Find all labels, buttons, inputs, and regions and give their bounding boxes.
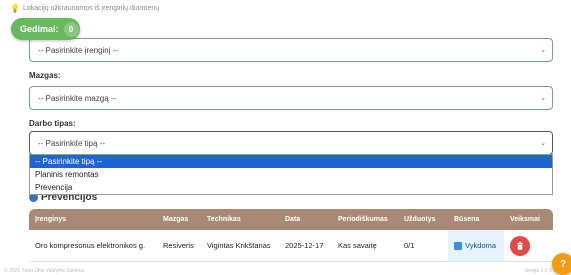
device-select[interactable]: -- Pasirinkite įrenginį -- ⌄ (29, 38, 553, 62)
cell-status: Vykdoma (448, 230, 504, 261)
node-label: Mazgas: (29, 71, 61, 80)
cell-actions (504, 230, 553, 261)
delete-button[interactable] (510, 235, 530, 256)
cell-device: Oro kompresorius elektronikos g. (35, 241, 146, 250)
work-type-option[interactable]: -- Pasirinkite tipą -- (30, 155, 552, 168)
faults-badge[interactable]: Gedimai: 0 (11, 18, 80, 40)
header-period: Periodiškumas (338, 216, 388, 223)
cell-node: Resiveris (163, 241, 194, 250)
table-header: Įrenginys Mazgas Technikas Data Periodiš… (29, 209, 553, 230)
work-type-option[interactable]: Prevencija (30, 181, 552, 194)
header-actions: Veiksmai (510, 216, 540, 223)
lightbulb-icon: 💡 (10, 4, 20, 13)
work-type-select-value: -- Pasirinkite tipą -- (38, 138, 106, 148)
table-row[interactable]: Oro kompresorius elektronikos g. Resiver… (29, 230, 553, 262)
prevention-table: Įrenginys Mazgas Technikas Data Periodiš… (29, 209, 553, 262)
help-button[interactable]: ? (552, 253, 571, 275)
cell-tasks: 0/1 (404, 241, 415, 250)
chevron-down-icon: ⌄ (540, 95, 546, 102)
work-type-select[interactable]: -- Pasirinkite tipą -- ⌄ (29, 131, 553, 155)
cell-period: Kas savaitę (338, 241, 377, 250)
chevron-down-icon: ⌄ (540, 47, 546, 54)
status-text: Vykdoma (465, 241, 496, 250)
loading-note: 💡 Lokacijų užkraunamos iš įrenginių duom… (10, 4, 159, 13)
header-tasks: Užduotys (404, 216, 436, 223)
header-node: Mazgas (163, 216, 189, 223)
status-square-icon (454, 241, 462, 250)
work-type-label: Darbo tipas: (29, 119, 76, 128)
chevron-down-icon: ⌄ (540, 140, 546, 147)
work-type-dropdown: -- Pasirinkite tipą -- Planinis remontas… (29, 154, 553, 195)
node-select-value: -- Pasirinkite mazgą -- (38, 93, 117, 103)
header-date: Data (285, 216, 301, 223)
header-technician: Technikas (207, 216, 241, 223)
node-select[interactable]: -- Pasirinkite mazgą -- ⌄ (29, 86, 553, 110)
cell-technician: Vigintas Krikštanas (207, 241, 271, 250)
header-device: Įrenginys (35, 216, 67, 223)
loading-note-text: Lokacijų užkraunamos iš įrenginių duomen… (22, 5, 160, 12)
status-badge: Vykdoma (454, 241, 496, 250)
faults-badge-count: 0 (63, 21, 79, 37)
trash-icon (517, 241, 523, 250)
header-status: Būsena (454, 216, 480, 223)
faults-badge-label: Gedimai: (20, 24, 59, 34)
device-select-value: -- Pasirinkite įrenginį -- (38, 45, 119, 55)
work-type-option[interactable]: Planinis remontas (30, 168, 552, 181)
footer-copyright: © 2025 Turto Ūkio Valdymo Sistema (4, 268, 85, 274)
cell-date: 2025-12-17 (285, 241, 324, 250)
